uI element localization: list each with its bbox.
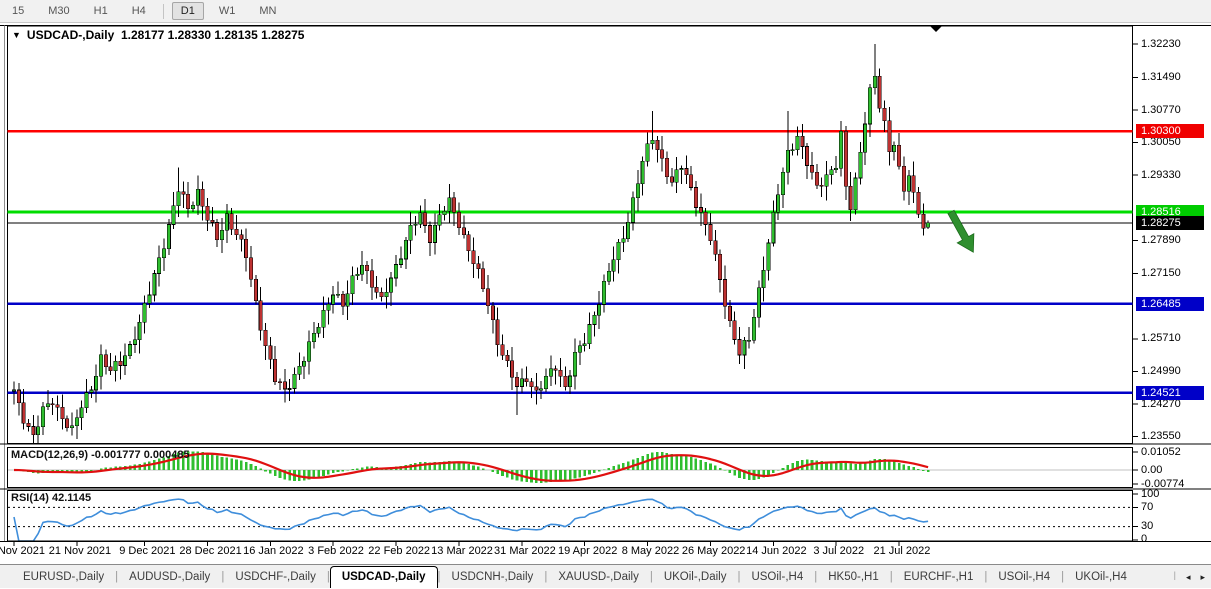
price-axis-label: 1.23550 (1141, 430, 1181, 443)
macd-axis-label: 0.00 (1141, 463, 1163, 476)
tab-audusd-daily[interactable]: AUDUSD-,Daily (118, 568, 221, 588)
tab-usdchf-daily[interactable]: USDCHF-,Daily (224, 568, 327, 588)
timeframe-toolbar: 15 M30 H1 H4 D1 W1 MN (0, 0, 1211, 23)
chart-ohlc-values: 1.28177 1.28330 1.28135 1.28275 (120, 28, 305, 42)
price-level-badge: 1.26485 (1136, 296, 1204, 311)
candlestick-series (12, 44, 931, 443)
date-axis-label: 21 Nov 2021 (48, 545, 112, 557)
price-axis-label: 1.27890 (1141, 233, 1181, 246)
rsi-panel-series (8, 498, 1132, 541)
date-axis-label: 3 Feb 2022 (308, 545, 364, 557)
date-axis-label: 28 Dec 2021 (179, 545, 242, 557)
date-axis-label: 16 Jan 2022 (243, 545, 304, 557)
tab-usoil-h4[interactable]: USOil-,H4 (740, 568, 814, 588)
price-chart-canvas[interactable] (0, 23, 1211, 564)
price-axis-label: 1.24990 (1141, 364, 1181, 377)
tab-xauusd-daily[interactable]: XAUUSD-,Daily (547, 568, 650, 588)
price-axis-label: 1.27150 (1141, 267, 1181, 280)
timeframe-button-d1[interactable]: D1 (171, 2, 204, 20)
timeframe-button-w1[interactable]: W1 (210, 2, 245, 20)
timeframe-button-mn[interactable]: MN (250, 2, 285, 20)
symbol-tab-bar: EURUSD-,Daily | AUDUSD-,Daily | USDCHF-,Dail… (0, 564, 1211, 588)
horizontal-level-lines[interactable] (7, 129, 1133, 394)
date-axis-label: 19 Apr 2022 (557, 545, 618, 557)
tab-scroll-left-icon[interactable]: ◂ (1186, 572, 1191, 583)
price-axis-label: 1.32230 (1141, 37, 1181, 50)
timeframe-button-15[interactable]: 15 (3, 2, 33, 20)
tab-hk50-h1[interactable]: HK50-,H1 (817, 568, 890, 588)
rsi-value: 42.1145 (51, 492, 92, 504)
current-bar-marker-icon (930, 26, 942, 32)
toolbar-separator (162, 3, 164, 19)
price-level-badge: 1.28275 (1136, 215, 1204, 230)
date-axis-label: 21 Jul 2022 (873, 545, 931, 557)
chart-window: ▼ USDCAD-,Daily 1.28177 1.28330 1.28135 1… (0, 23, 1211, 564)
date-axis-label: 26 May 2022 (681, 545, 746, 557)
tab-ukoil-daily[interactable]: UKOil-,Daily (653, 568, 738, 588)
date-axis-label: 31 Mar 2022 (494, 545, 556, 557)
rsi-axis-label: 30 (1141, 520, 1154, 533)
chart-dropdown-icon[interactable]: ▼ (12, 30, 21, 40)
sell-arrow-annotation[interactable] (943, 207, 982, 256)
price-axis-label: 1.25710 (1141, 332, 1181, 345)
rsi-axis-label: 100 (1141, 487, 1160, 500)
price-level-badge: 1.24521 (1136, 385, 1204, 400)
macd-values: -0.001777 0.000485 (91, 449, 190, 461)
date-axis-label: 2 Nov 2021 (0, 545, 45, 557)
tab-scroll-right-icon[interactable]: ▸ (1200, 572, 1205, 583)
chart-title: ▼ USDCAD-,Daily 1.28177 1.28330 1.28135 1… (12, 28, 304, 42)
rsi-name: RSI(14) (11, 492, 49, 504)
timeframe-button-h4[interactable]: H4 (123, 2, 155, 20)
timeframe-button-m30[interactable]: M30 (39, 2, 78, 20)
price-axis-label: 1.31490 (1141, 70, 1181, 83)
date-axis-label: 9 Dec 2021 (119, 545, 176, 557)
date-axis-label: 3 Jul 2022 (813, 545, 865, 557)
rsi-indicator-label: RSI(14) 42.1145 (11, 492, 91, 504)
macd-axis-label: 0.01052 (1141, 445, 1181, 458)
date-axis-label: 22 Feb 2022 (368, 545, 431, 557)
rsi-axis-label: 70 (1141, 500, 1154, 513)
price-level-badge: 1.30300 (1136, 124, 1204, 139)
tab-separator: | (1173, 569, 1176, 580)
macd-indicator-label: MACD(12,26,9) -0.001777 0.000485 (11, 449, 190, 461)
date-axis-label: 8 May 2022 (621, 545, 680, 557)
tab-eurchf-h1[interactable]: EURCHF-,H1 (893, 568, 985, 588)
date-axis-label: 14 Jun 2022 (746, 545, 807, 557)
tab-usoil-h4[interactable]: USOil-,H4 (987, 568, 1061, 588)
price-axis-label: 1.30770 (1141, 103, 1181, 116)
tab-eurusd-daily[interactable]: EURUSD-,Daily (12, 568, 115, 588)
rsi-axis-label: 0 (1141, 532, 1148, 545)
price-axis-label: 1.29330 (1141, 168, 1181, 181)
timeframe-button-h1[interactable]: H1 (85, 2, 117, 20)
date-axis-label: 13 Mar 2022 (431, 545, 493, 557)
tab-ukoil-h4[interactable]: UKOil-,H4 (1064, 568, 1138, 588)
chart-symbol-label: USDCAD-,Daily (26, 28, 115, 42)
tab-usdcad-daily[interactable]: USDCAD-,Daily (329, 566, 438, 588)
macd-name: MACD(12,26,9) (11, 449, 89, 461)
tab-usdcnh-daily[interactable]: USDCNH-,Daily (441, 568, 545, 588)
